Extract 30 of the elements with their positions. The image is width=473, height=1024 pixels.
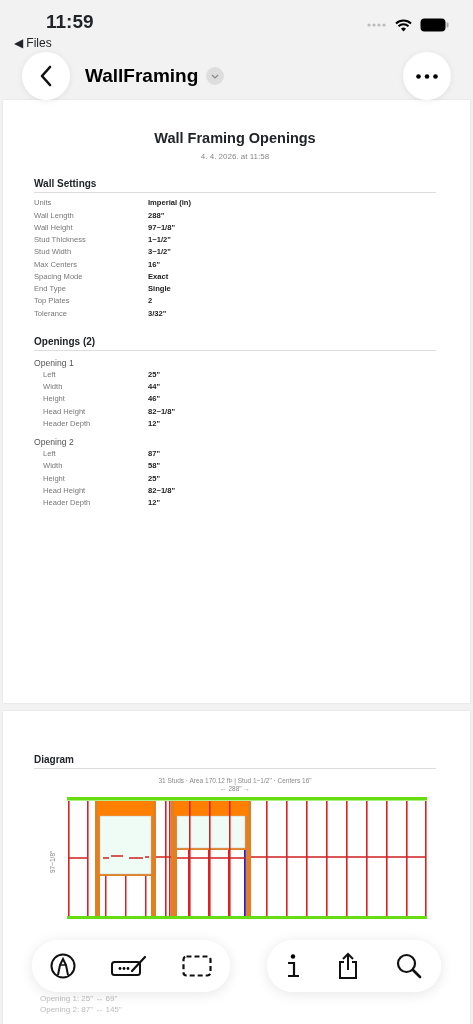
pen-tip-icon (49, 953, 76, 979)
document-date: 4. 4. 2026. at 11:58 (199, 151, 271, 164)
opening-name: Opening 1 (34, 356, 75, 369)
search-button[interactable] (396, 953, 423, 979)
opening-name: Opening 2 (34, 436, 75, 449)
battery-icon (420, 18, 449, 32)
info-icon (285, 954, 300, 978)
info-button[interactable] (285, 954, 300, 978)
markup-button[interactable] (49, 953, 76, 979)
select-area-button[interactable] (182, 955, 213, 977)
chevron-down-icon (211, 73, 220, 79)
chevron-left-icon (39, 65, 53, 87)
ellipsis-icon (416, 73, 438, 79)
search-icon (396, 953, 423, 979)
share-icon (337, 952, 359, 980)
signal-icon (367, 23, 387, 27)
form-field-pen-icon (111, 955, 147, 977)
section-heading: Openings (2) (34, 333, 436, 351)
more-button[interactable] (403, 52, 451, 100)
back-to-app-link[interactable]: ◀ Files (14, 34, 52, 52)
share-button[interactable] (337, 952, 359, 980)
fill-form-button[interactable] (111, 955, 147, 977)
section-heading: Diagram (34, 752, 436, 769)
document-heading: Wall Framing Openings (153, 130, 317, 148)
status-time: 11:59 (46, 10, 94, 34)
dashed-rectangle-icon (182, 955, 213, 977)
section-heading: Wall Settings (34, 176, 436, 194)
back-button[interactable] (22, 52, 70, 100)
document-title-button[interactable]: WallFraming (85, 61, 199, 91)
wifi-icon (395, 18, 412, 32)
